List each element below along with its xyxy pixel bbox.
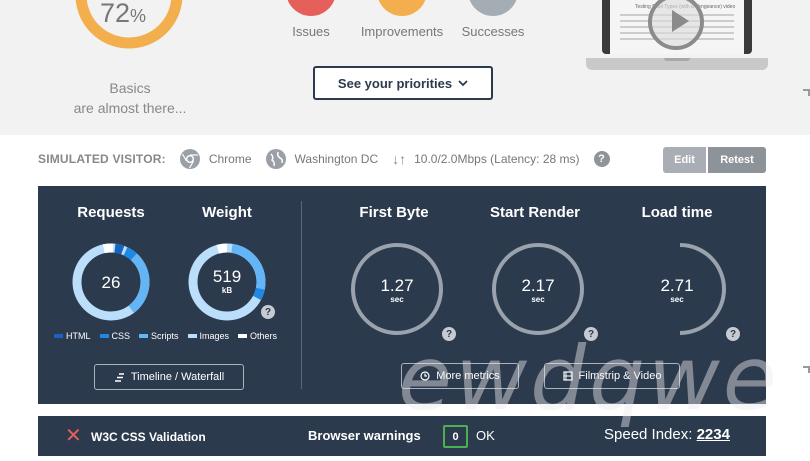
filmstrip-video-button[interactable]: Filmstrip & Video xyxy=(544,363,680,389)
score-value: 72% xyxy=(100,0,147,28)
location-name: Washington DC xyxy=(294,152,379,166)
issues-bubble[interactable] xyxy=(286,0,336,16)
chrome-icon xyxy=(179,149,200,169)
load-time-help-icon[interactable]: ? xyxy=(726,327,740,341)
panel-divider xyxy=(301,201,302,389)
metrics-panel: Requests Weight 26 519 kB ? HTML CSS Scri… xyxy=(38,186,766,404)
legend-html: HTML xyxy=(54,331,91,341)
first-byte-value: 1.27 sec xyxy=(380,276,414,304)
film-icon xyxy=(562,371,573,381)
summary-band: 72% Basics are almost there... Issues Im… xyxy=(0,0,810,135)
more-metrics-button[interactable]: More metrics xyxy=(401,363,519,389)
first-byte-help-icon[interactable]: ? xyxy=(442,327,456,341)
connection-speed: 10.0/2.0Mbps (Latency: 28 ms) xyxy=(414,152,580,166)
chevron-down-icon xyxy=(458,79,468,86)
start-render-help-icon[interactable]: ? xyxy=(584,327,598,341)
up-down-arrows-icon: ↓↑ xyxy=(392,151,407,167)
first-byte-title: First Byte xyxy=(359,204,429,221)
browser-name: Chrome xyxy=(208,152,252,166)
fail-x-icon: ✕ xyxy=(65,425,82,447)
waterfall-icon xyxy=(114,372,124,382)
clock-icon xyxy=(420,371,430,381)
see-priorities-button[interactable]: See your priorities xyxy=(313,66,493,100)
legend-scripts: Scripts xyxy=(139,331,179,341)
video-preview[interactable]: Testing Pixel Types (with a Vengeance) v… xyxy=(602,0,752,54)
improvements-bubble[interactable] xyxy=(377,0,427,16)
load-time-title: Load time xyxy=(641,204,713,221)
visitor-label: SIMULATED VISITOR: xyxy=(38,152,166,166)
speed-index: Speed Index: 2234 xyxy=(604,426,730,443)
requests-legend: HTML CSS Scripts Images Others xyxy=(54,331,277,341)
legend-css: CSS xyxy=(99,331,130,341)
help-icon[interactable]: ? xyxy=(593,151,610,167)
start-render-value: 2.17 sec xyxy=(521,276,555,304)
weight-help-icon[interactable]: ? xyxy=(261,305,275,319)
warnings-status: OK xyxy=(476,428,495,443)
retest-button[interactable]: Retest xyxy=(708,147,766,173)
browser-warnings-label: Browser warnings xyxy=(308,428,421,443)
requests-value: 26 xyxy=(101,273,121,292)
play-icon[interactable] xyxy=(648,0,704,50)
speed-index-value[interactable]: 2234 xyxy=(697,426,730,443)
load-time-value: 2.71 sec xyxy=(660,276,694,304)
globe-icon xyxy=(265,149,286,169)
corner-mark xyxy=(803,366,810,373)
legend-images: Images xyxy=(187,331,229,341)
successes-label: Successes xyxy=(461,24,525,39)
edit-button[interactable]: Edit xyxy=(663,147,706,173)
weight-title: Weight xyxy=(202,204,252,221)
corner-mark xyxy=(803,89,810,96)
start-render-title: Start Render xyxy=(489,204,581,221)
legend-others: Others xyxy=(238,331,277,341)
css-validation-label[interactable]: W3C CSS Validation xyxy=(91,430,206,444)
laptop-base xyxy=(586,58,768,70)
score-status: Basics are almost there... xyxy=(73,80,187,116)
weight-value: 519 kB xyxy=(212,267,242,295)
successes-bubble[interactable] xyxy=(468,0,518,16)
bottom-status-bar: ✕ W3C CSS Validation Browser warnings 0 … xyxy=(38,416,766,456)
warnings-count-badge: 0 xyxy=(443,425,468,448)
timeline-waterfall-button[interactable]: Timeline / Waterfall xyxy=(94,364,244,390)
